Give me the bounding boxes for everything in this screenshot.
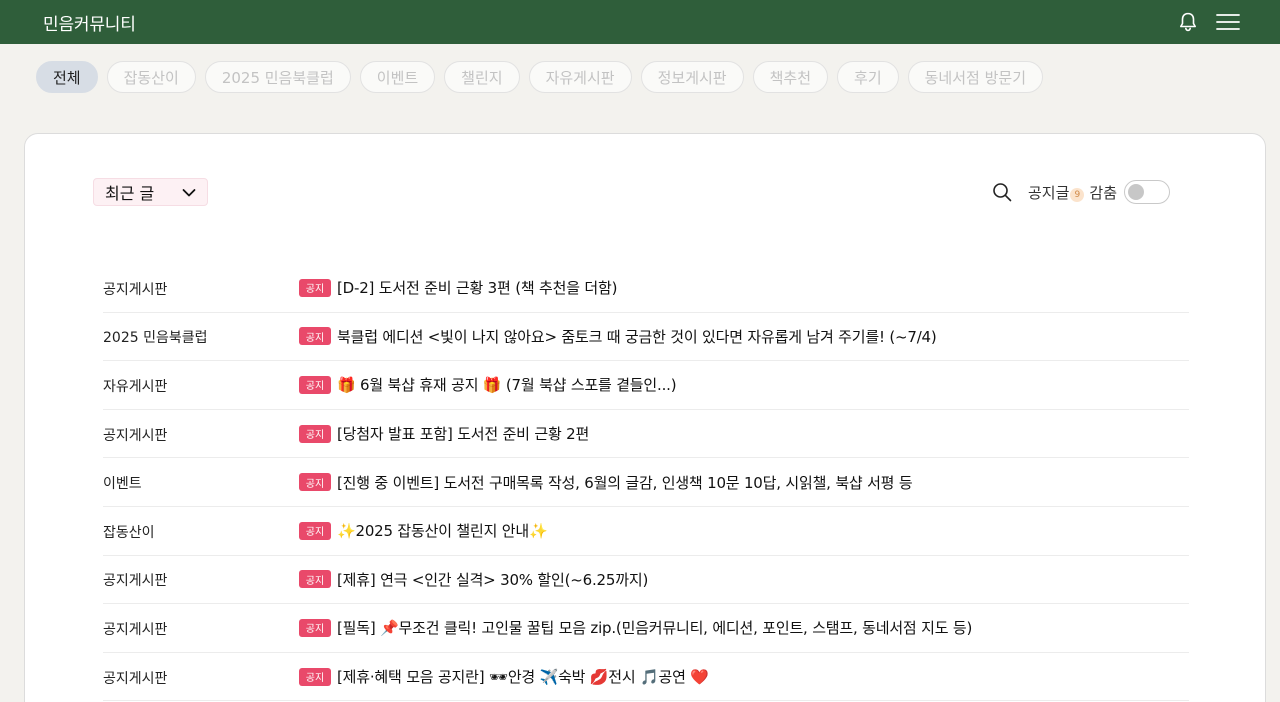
post-title[interactable]: [필독] 📌무조건 클릭! 고인물 꿀팁 모음 zip.(민음커뮤니티, 에디션… [337, 617, 972, 638]
post-title[interactable]: 북클럽 에디션 <빛이 나지 않아요> 줌토크 때 궁금한 것이 있다면 자유롭… [337, 326, 937, 347]
header-actions [1178, 11, 1240, 33]
tab-japdongsani[interactable]: 잡동산이 [106, 61, 196, 93]
post-row[interactable]: 공지게시판 공지 [당첨자 발표 포함] 도서전 준비 근황 2편 [103, 410, 1189, 459]
notice-badge: 공지 [299, 375, 331, 394]
post-row[interactable]: 잡동산이 공지 ✨2025 잡동산이 챌린지 안내✨ [103, 507, 1189, 556]
post-title[interactable]: [D-2] 도서전 준비 근황 3편 (책 추천을 더함) [337, 277, 617, 298]
tab-bookclub-2025[interactable]: 2025 민음북클럽 [204, 61, 351, 93]
post-title[interactable]: [제휴] 연극 <인간 실격> 30% 할인(~6.25까지) [337, 569, 648, 590]
post-list: 공지게시판 공지 [D-2] 도서전 준비 근황 3편 (책 추천을 더함) 2… [103, 264, 1189, 702]
tab-info-board[interactable]: 정보게시판 [640, 61, 744, 93]
post-row[interactable]: 자유게시판 공지 🎁 6월 북샵 휴재 공지 🎁 (7월 북샵 스포를 곁들인.… [103, 361, 1189, 410]
bell-icon[interactable] [1178, 11, 1198, 33]
notice-badge: 공지 [299, 521, 331, 540]
post-row[interactable]: 이벤트 공지 [진행 중 이벤트] 도서전 구매목록 작성, 6월의 글감, 인… [103, 458, 1189, 507]
post-row[interactable]: 공지게시판 공지 [제휴·혜택 모음 공지란] 🕶안경 ✈️숙박 💋전시 🎵공연… [103, 653, 1189, 702]
post-row[interactable]: 공지게시판 공지 [제휴] 연극 <인간 실격> 30% 할인(~6.25까지) [103, 556, 1189, 605]
notice-badge: 공지 [299, 618, 331, 637]
post-row[interactable]: 공지게시판 공지 [D-2] 도서전 준비 근황 3편 (책 추천을 더함) [103, 264, 1189, 313]
post-category: 공지게시판 [103, 281, 168, 298]
search-icon[interactable] [992, 182, 1012, 202]
post-title[interactable]: [진행 중 이벤트] 도서전 구매목록 작성, 6월의 글감, 인생책 10문 … [337, 472, 913, 493]
chevron-down-icon [182, 183, 196, 202]
notice-badge: 공지 [299, 424, 331, 443]
tab-review[interactable]: 후기 [837, 61, 899, 93]
category-tabs: 전체 잡동산이 2025 민음북클럽 이벤트 챌린지 자유게시판 정보게시판 책… [36, 61, 1043, 93]
notice-badge: 공지 [299, 667, 331, 686]
list-tools: 공지글 9 감춤 [992, 177, 1171, 207]
post-row[interactable]: 공지게시판 공지 [필독] 📌무조건 클릭! 고인물 꿀팁 모음 zip.(민음… [103, 604, 1189, 653]
sort-label: 최근 글 [105, 184, 155, 203]
tab-challenge[interactable]: 챌린지 [444, 61, 520, 93]
post-title[interactable]: [당첨자 발표 포함] 도서전 준비 근황 2편 [337, 423, 589, 444]
sort-dropdown[interactable]: 최근 글 [93, 178, 208, 206]
notice-count-badge: 9 [1070, 188, 1085, 202]
notice-badge: 공지 [299, 473, 331, 492]
post-title[interactable]: [제휴·혜택 모음 공지란] 🕶안경 ✈️숙박 💋전시 🎵공연 ❤️ [337, 666, 709, 687]
notice-badge: 공지 [299, 278, 331, 297]
hide-notice-toggle[interactable] [1124, 180, 1171, 204]
post-title[interactable]: 🎁 6월 북샵 휴재 공지 🎁 (7월 북샵 스포를 곁들인...) [337, 374, 677, 395]
post-category: 공지게시판 [103, 427, 168, 444]
tab-free-board[interactable]: 자유게시판 [528, 61, 632, 93]
toggle-knob [1128, 184, 1145, 200]
post-row[interactable]: 2025 민음북클럽 공지 북클럽 에디션 <빛이 나지 않아요> 줌토크 때 … [103, 313, 1189, 362]
notice-badge: 공지 [299, 327, 331, 346]
menu-icon[interactable] [1216, 12, 1240, 32]
hide-notice-label: 감춤 [1089, 183, 1118, 202]
post-category: 공지게시판 [103, 573, 168, 590]
post-category: 잡동산이 [103, 524, 155, 541]
post-category: 공지게시판 [103, 670, 168, 687]
post-category: 자유게시판 [103, 378, 168, 395]
post-category: 공지게시판 [103, 621, 168, 638]
tab-event[interactable]: 이벤트 [359, 61, 436, 93]
notice-badge: 공지 [299, 570, 331, 589]
post-list-card: 최근 글 공지글 9 감춤 공지게시판 공지 [D-2] 도서전 준비 근황 3… [24, 133, 1266, 702]
top-bar: 민음커뮤니티 [0, 0, 1280, 44]
notice-label: 공지글 [1028, 183, 1070, 202]
post-category: 이벤트 [103, 476, 142, 493]
post-category: 2025 민음북클럽 [103, 330, 208, 347]
tab-all[interactable]: 전체 [36, 61, 98, 93]
brand-title[interactable]: 민음커뮤니티 [43, 10, 136, 35]
post-title[interactable]: ✨2025 잡동산이 챌린지 안내✨ [337, 520, 548, 541]
tab-bookstore-visit[interactable]: 동네서점 방문기 [907, 61, 1043, 93]
tab-book-recommend[interactable]: 책추천 [752, 61, 829, 93]
